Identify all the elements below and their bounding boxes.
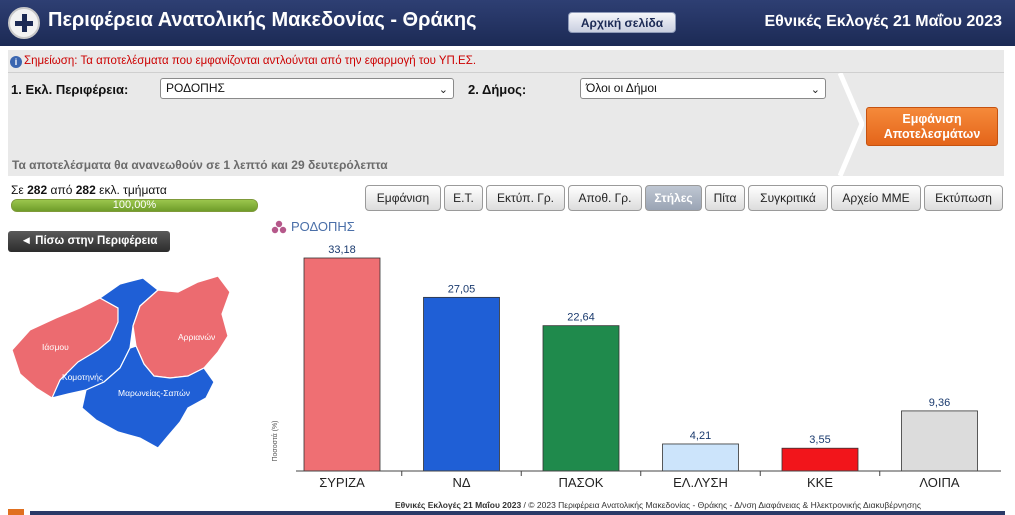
bar-1[interactable] xyxy=(423,296,500,472)
x-tick-label-2: ΠΑΣΟΚ xyxy=(559,475,604,490)
view-button-pie[interactable]: Πίτα xyxy=(705,185,745,211)
bar-value-label-0: 33,18 xyxy=(328,244,356,256)
view-button-save-chart[interactable]: Αποθ. Γρ. xyxy=(568,185,642,211)
x-tick-label-4: ΚΚΕ xyxy=(807,475,833,490)
bottom-bar-icon xyxy=(8,509,24,515)
bar-0[interactable] xyxy=(303,257,381,472)
bar-4[interactable] xyxy=(781,447,859,472)
map-label-maroneias-sapon: Μαρωνείας-Σαπών xyxy=(118,388,190,398)
footer-text: / © 2023 Περιφέρεια Ανατολικής Μακεδονία… xyxy=(521,500,921,510)
view-button-compare[interactable]: Συγκριτικά xyxy=(748,185,828,211)
chart-region-name: ΡΟΔΟΠΗΣ xyxy=(291,219,355,234)
map-label-iasmou: Ιάσμου xyxy=(42,342,69,352)
bar-value-label-3: 4,21 xyxy=(690,430,711,442)
source-note: Σημείωση: Τα αποτελέσματα που εμφανίζοντ… xyxy=(24,55,477,67)
step-arrow-separator xyxy=(838,73,864,176)
chevron-down-icon: ⌄ xyxy=(438,84,448,96)
sections-counted: Σε 282 από 282 εκλ. τμήματα xyxy=(11,183,167,197)
map-label-komotinis: Κομοτηνής xyxy=(62,372,103,382)
bar-value-label-2: 22,64 xyxy=(567,312,595,324)
show-results-label-line1: Εμφάνιση xyxy=(902,112,962,126)
page-title: Περιφέρεια Ανατολικής Μακεδονίας - Θράκη… xyxy=(48,9,477,31)
region-logo-icon xyxy=(271,220,287,234)
view-button-display[interactable]: Εμφάνιση xyxy=(365,185,441,211)
refresh-countdown: Τα αποτελέσματα θα ανανεωθούν σε 1 λεπτό… xyxy=(12,158,388,172)
show-results-button[interactable]: Εμφάνιση Αποτελεσμάτων xyxy=(866,107,998,146)
back-to-region-button[interactable]: ◄ Πίσω στην Περιφέρεια xyxy=(8,231,170,252)
x-tick-label-5: ΛΟΙΠΑ xyxy=(919,475,960,490)
progress-label: 100,00% xyxy=(112,199,157,211)
greek-emblem-icon xyxy=(8,7,40,39)
election-title: Εθνικές Εκλογές 21 Μαΐου 2023 xyxy=(764,13,1003,30)
municipality-select-value: Όλοι οι Δήμοι xyxy=(586,81,657,95)
show-results-label-line2: Αποτελεσμάτων xyxy=(883,127,981,141)
x-tick-label-3: ΕΛ.ΛΥΣΗ xyxy=(673,475,728,490)
x-tick-label-1: ΝΔ xyxy=(452,475,470,490)
sections-progress-bar: 100,00% xyxy=(11,199,258,212)
region-select[interactable]: ΡΟΔΟΠΗΣ ⌄ xyxy=(160,78,454,99)
view-button-et[interactable]: Ε.Τ. xyxy=(444,185,483,211)
bar-2[interactable] xyxy=(542,325,620,472)
region-select-value: ΡΟΔΟΠΗΣ xyxy=(166,81,225,95)
sections-total-value: 282 xyxy=(75,183,96,197)
sections-prefix: Σε xyxy=(11,183,24,197)
municipality-select[interactable]: Όλοι οι Δήμοι ⌄ xyxy=(580,78,826,99)
footer-election: Εθνικές Εκλογές 21 Μαΐου 2023 xyxy=(395,500,522,510)
region-label: 1. Εκλ. Περιφέρεια: xyxy=(11,82,129,97)
map-label-arrianon: Αρριανών xyxy=(178,332,215,342)
home-button[interactable]: Αρχική σελίδα xyxy=(568,12,676,33)
info-icon: i xyxy=(10,56,22,68)
results-bar-chart: 33,18 ΣΥΡΙΖΑ 27,05 ΝΔ 22,64 ΠΑΣΟΚ 4,21 ΕΛ.ΛΥΣΗ 3… xyxy=(271,244,1001,490)
bar-value-label-1: 27,05 xyxy=(448,283,476,295)
view-button-print[interactable]: Εκτύπωση xyxy=(924,185,1003,211)
sections-suffix: εκλ. τμήματα xyxy=(99,183,167,197)
sections-middle: από xyxy=(50,183,73,197)
municipality-label: 2. Δήμος: xyxy=(468,82,527,97)
chart-y-axis-label: Ποσοστά (%) xyxy=(271,420,279,461)
bottom-bar xyxy=(30,511,1005,515)
bar-value-label-5: 9,36 xyxy=(929,397,950,409)
bar-3[interactable] xyxy=(662,443,739,472)
view-button-media-file[interactable]: Αρχείο ΜΜΕ xyxy=(831,185,921,211)
municipalities-map: Ιάσμου Αρριανών Κομοτηνής Μαρωνείας-Σαπώ… xyxy=(11,275,231,449)
view-button-columns[interactable]: Στήλες xyxy=(645,185,702,211)
view-button-print-chart[interactable]: Εκτύπ. Γρ. xyxy=(486,185,565,211)
sections-counted-value: 282 xyxy=(27,183,48,197)
bar-5[interactable] xyxy=(901,410,978,472)
chevron-down-icon: ⌄ xyxy=(810,84,820,96)
bar-value-label-4: 3,55 xyxy=(809,434,830,446)
footer-copyright: Εθνικές Εκλογές 21 Μαΐου 2023 / © 2023 Π… xyxy=(395,500,921,510)
x-tick-label-0: ΣΥΡΙΖΑ xyxy=(319,475,365,490)
